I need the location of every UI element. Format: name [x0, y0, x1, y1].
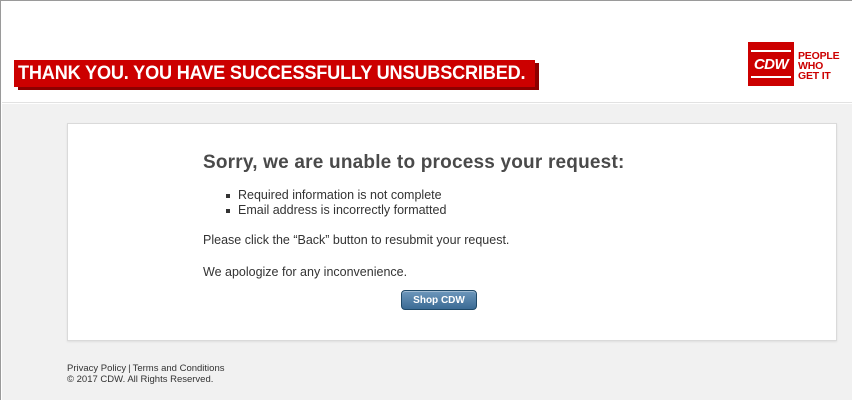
- footer-links: Privacy Policy | Terms and Conditions: [67, 363, 224, 374]
- reason-text: Email address is incorrectly formatted: [238, 203, 447, 217]
- page-frame: THANK YOU. YOU HAVE SUCCESSFULLY UNSUBSC…: [0, 0, 852, 400]
- privacy-policy-link[interactable]: Privacy Policy: [67, 363, 126, 374]
- terms-link[interactable]: Terms and Conditions: [133, 363, 225, 374]
- logo-tagline: PEOPLE WHO GET IT: [798, 42, 840, 82]
- bullet-icon: [226, 208, 230, 213]
- cdw-logo: CDW PEOPLE WHO GET IT: [748, 42, 840, 86]
- logo-tagline-line: GET IT: [798, 70, 831, 82]
- error-reasons-list: Required information is not complete Ema…: [226, 188, 446, 218]
- instruction-text: Please click the “Back” button to resubm…: [203, 233, 510, 247]
- footer: Privacy Policy | Terms and Conditions © 20…: [67, 363, 224, 385]
- list-item: Email address is incorrectly formatted: [226, 203, 446, 218]
- apology-text: We apologize for any inconvenience.: [203, 265, 408, 279]
- list-item: Required information is not complete: [226, 188, 446, 203]
- reason-text: Required information is not complete: [238, 188, 442, 202]
- shop-cdw-button[interactable]: Shop CDW: [401, 290, 477, 310]
- copyright-text: © 2017 CDW. All Rights Reserved.: [67, 374, 214, 385]
- cdw-logo-mark: CDW: [748, 42, 794, 86]
- header: THANK YOU. YOU HAVE SUCCESSFULLY UNSUBSC…: [2, 2, 852, 103]
- bullet-icon: [226, 193, 230, 198]
- banner-text: THANK YOU. YOU HAVE SUCCESSFULLY UNSUBSC…: [18, 62, 526, 84]
- unsubscribe-banner: THANK YOU. YOU HAVE SUCCESSFULLY UNSUBSC…: [14, 60, 535, 87]
- error-title: Sorry, we are unable to process your req…: [203, 152, 625, 173]
- error-card: Sorry, we are unable to process your req…: [67, 123, 837, 341]
- logo-mark-text: CDW: [753, 55, 789, 73]
- logo-stripe-bottom: [751, 76, 791, 78]
- logo-stripe-top: [751, 50, 791, 52]
